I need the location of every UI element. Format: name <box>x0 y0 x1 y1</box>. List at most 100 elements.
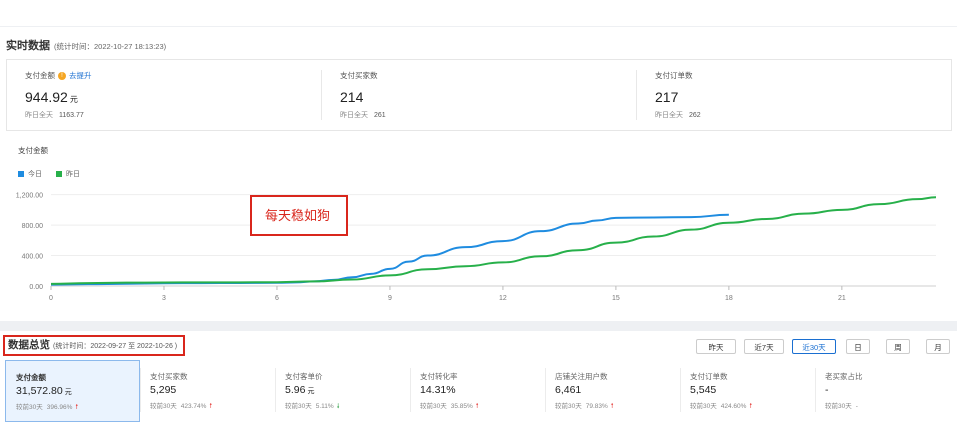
range-button[interactable]: 近30天 <box>792 339 836 354</box>
yesterday-label: 昨日全天 <box>340 112 368 119</box>
divider <box>275 368 276 412</box>
divider <box>636 70 637 120</box>
x-tick-label: 6 <box>275 295 279 302</box>
card-value: 14.31% <box>420 384 458 396</box>
compare-label: 较前30天 <box>150 403 177 410</box>
compare-label: 较前30天 <box>16 404 43 411</box>
compare-label: 较前30天 <box>825 403 852 410</box>
x-tick-label: 21 <box>838 295 846 302</box>
metric-unit: 元 <box>69 95 78 104</box>
y-tick-label: 400.00 <box>22 254 44 261</box>
card-value: 5,545 <box>690 384 718 396</box>
arrow-up-icon: 🠕 <box>75 404 79 411</box>
overview-card[interactable]: 店铺关注用户数 6,461 较前30天 79.83% 🠕 <box>545 360 680 422</box>
arrow-up-icon: 🠕 <box>610 403 614 410</box>
card-value-text: - <box>825 384 829 396</box>
card-unit: 元 <box>307 388 315 395</box>
card-label: 老买家占比 <box>825 372 863 381</box>
x-tick-label: 0 <box>49 295 53 302</box>
card-value-text: 6,461 <box>555 384 582 396</box>
overview-card[interactable]: 支付金额 31,572.80 元较前30天 396.96% 🠕 <box>5 360 140 422</box>
metric-yesterday: 昨日全天 1163.77 <box>25 110 84 120</box>
card-label: 支付客单价 <box>285 372 323 381</box>
improve-link[interactable]: 去提升 <box>69 71 92 80</box>
arrow-down-icon: 🠗 <box>336 403 340 410</box>
divider <box>140 368 141 412</box>
card-unit: 元 <box>64 389 72 396</box>
divider <box>815 368 816 412</box>
card-compare: 较前30天 79.83% 🠕 <box>555 400 614 413</box>
overview-cards: 支付金额 31,572.80 元较前30天 396.96% 🠕 支付买家数 5,295 较前3… <box>5 360 953 422</box>
range-button[interactable]: 月 <box>926 339 950 354</box>
overview-card[interactable]: 支付客单价 5.96 元较前30天 5.11% 🠗 <box>275 360 410 422</box>
x-tick-label: 12 <box>499 295 507 302</box>
compare-pct: 5.11% <box>315 403 334 410</box>
overview-card[interactable]: 支付转化率 14.31% 较前30天 35.85% 🠕 <box>410 360 545 422</box>
range-button[interactable]: 周 <box>886 339 910 354</box>
compare-pct: 35.85% <box>450 403 473 410</box>
compare-pct: 423.74% <box>180 403 207 410</box>
yesterday-value: 262 <box>689 112 701 119</box>
realtime-header: 实时数据 (统计时间：2022-10-27 18:13:23) <box>6 37 166 53</box>
metric-yesterday: 昨日全天 262 <box>655 110 701 120</box>
card-label: 支付转化率 <box>420 372 458 381</box>
warning-icon[interactable]: ! <box>58 72 66 81</box>
realtime-stat-time: (统计时间：2022-10-27 18:13:23) <box>54 42 167 51</box>
metric-value: 214 <box>340 89 363 105</box>
overview-card[interactable]: 支付买家数 5,295 较前30天 423.74% 🠕 <box>140 360 275 422</box>
divider <box>545 368 546 412</box>
card-value: 6,461 <box>555 384 583 396</box>
card-value-text: 31,572.80 <box>16 385 63 397</box>
metric-pay-amount: 支付金额! 去提升 944.92 元 昨日全天 1163.77 <box>7 60 321 130</box>
y-tick-label: 0.00 <box>29 284 43 291</box>
card-compare: 较前30天 35.85% 🠕 <box>420 400 479 413</box>
card-compare: 较前30天 - <box>825 400 858 410</box>
arrow-up-icon: 🠕 <box>749 403 753 410</box>
overview-header: 数据总览 (统计时间：2022-09-27 至 2022-10-26 ) <box>3 335 185 356</box>
y-tick-label: 800.00 <box>22 223 44 230</box>
arrow-up-icon: 🠕 <box>209 403 213 410</box>
metric-buyers: 支付买家数 214 昨日全天 261 <box>321 60 636 130</box>
divider <box>410 368 411 412</box>
card-value: 5,295 <box>150 384 178 396</box>
card-compare: 较前30天 423.74% 🠕 <box>150 400 212 413</box>
overview-title: 数据总览 <box>8 339 50 351</box>
card-value: - <box>825 384 831 396</box>
card-value-text: 14.31% <box>420 384 456 396</box>
compare-label: 较前30天 <box>285 403 312 410</box>
yesterday-label: 昨日全天 <box>25 112 53 119</box>
overview-stat-range: (统计时间：2022-09-27 至 2022-10-26 ) <box>53 343 178 350</box>
metric-label-text: 支付金额 <box>25 71 55 80</box>
card-value-text: 5.96 <box>285 384 306 396</box>
metric-value: 944.92 元 <box>25 89 78 105</box>
compare-label: 较前30天 <box>690 403 717 410</box>
x-tick-label: 15 <box>612 295 620 302</box>
range-button[interactable]: 近7天 <box>744 339 784 354</box>
arrow-up-icon: 🠕 <box>475 403 479 410</box>
realtime-title: 实时数据 <box>6 40 50 52</box>
divider <box>321 70 322 120</box>
range-button[interactable]: 日 <box>846 339 870 354</box>
metric-value-text: 944.92 <box>25 89 68 105</box>
card-value-text: 5,545 <box>690 384 717 396</box>
overview-card[interactable]: 支付订单数 5,545 较前30天 424.60% 🠕 <box>680 360 815 422</box>
x-tick-label: 18 <box>725 295 733 302</box>
card-label: 支付订单数 <box>690 372 728 381</box>
overview-panel: 数据总览 (统计时间：2022-09-27 至 2022-10-26 ) 昨天 近7… <box>0 331 957 426</box>
metric-orders: 支付订单数 217 昨日全天 262 <box>636 60 951 130</box>
compare-pct: 396.96% <box>46 404 73 411</box>
compare-pct: 424.60% <box>720 403 747 410</box>
top-strip <box>0 0 957 26</box>
overview-card[interactable]: 老买家占比 - 较前30天 - <box>815 360 950 422</box>
range-button[interactable]: 昨天 <box>696 339 736 354</box>
metric-label: 支付买家数 <box>340 71 378 80</box>
payment-line-chart[interactable]: 0.00 400.00 800.00 1,200.00 0 3 6 9 12 15 18 21 <box>0 177 957 337</box>
compare-label: 较前30天 <box>555 403 582 410</box>
compare-pct: - <box>855 403 858 410</box>
chart-title: 支付金额 <box>18 146 48 155</box>
card-value-text: 5,295 <box>150 384 177 396</box>
compare-label: 较前30天 <box>420 403 447 410</box>
card-label: 店铺关注用户数 <box>555 372 608 381</box>
x-tick-label: 3 <box>162 295 166 302</box>
series-line-yesterday[interactable] <box>50 196 937 285</box>
